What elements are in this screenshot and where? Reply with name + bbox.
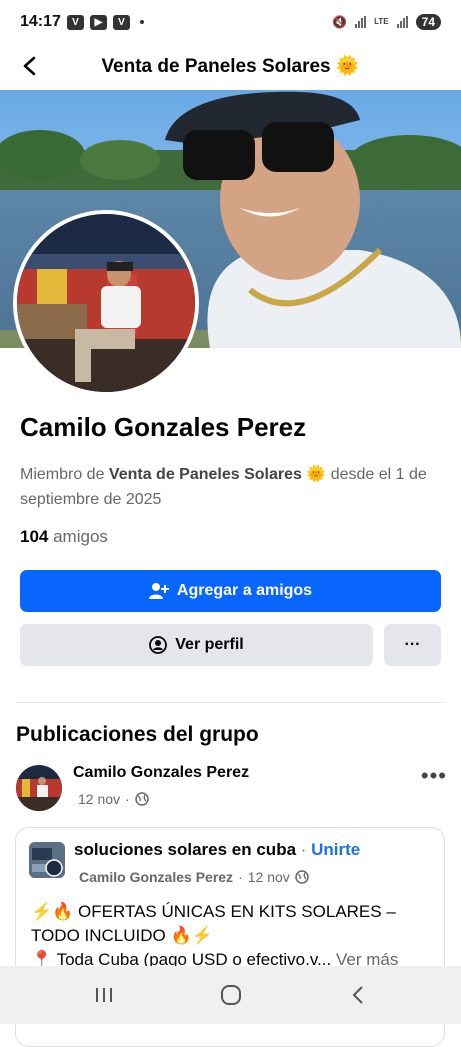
shared-meta-separator: · xyxy=(238,869,243,885)
profile-avatar[interactable] xyxy=(13,210,199,396)
post-options-button[interactable]: ••• xyxy=(421,763,447,789)
post-author-name[interactable]: Camilo Gonzales Perez xyxy=(73,764,249,782)
post-text-line: ⚡🔥 OFERTAS ÚNICAS EN KITS SOLARES – TODO… xyxy=(31,902,396,945)
post-meta: 12 nov · xyxy=(78,791,149,807)
profile-name: Camilo Gonzales Perez xyxy=(20,412,307,442)
membership-info: Miembro de Venta de Paneles Solares 🌞 de… xyxy=(20,462,445,512)
shared-author-name[interactable]: Camilo Gonzales Perez xyxy=(79,869,233,885)
friends-label: amigos xyxy=(48,527,108,546)
home-icon[interactable] xyxy=(220,984,242,1006)
signal-icon xyxy=(355,16,367,28)
add-friend-icon xyxy=(148,583,169,599)
add-friend-label: Agregar a amigos xyxy=(176,582,313,599)
view-profile-button[interactable]: Ver perfil xyxy=(20,624,373,666)
shared-post-date[interactable]: 12 nov xyxy=(248,869,290,885)
section-title: Publicaciones del grupo xyxy=(16,723,259,746)
shared-group-name[interactable]: soluciones solares en cuba xyxy=(74,840,296,859)
signal-icon-2 xyxy=(396,16,408,28)
post-date[interactable]: 12 nov xyxy=(78,791,120,807)
membership-group-link[interactable]: Venta de Paneles Solares 🌞 xyxy=(109,466,326,483)
shared-separator: · xyxy=(296,840,312,859)
globe-icon xyxy=(134,792,149,806)
add-friend-button[interactable]: Agregar a amigos xyxy=(20,570,441,612)
page-title: Venta de Paneles Solares 🌞 xyxy=(101,56,360,77)
shared-post-text: ⚡🔥 OFERTAS ÚNICAS EN KITS SOLARES – TODO… xyxy=(31,900,431,972)
more-notifications-icon xyxy=(139,20,144,24)
more-options-icon: ··· xyxy=(404,636,421,653)
notification-v-icon: V xyxy=(112,14,130,30)
system-navigation-bar xyxy=(0,966,461,1024)
back-nav-icon[interactable] xyxy=(347,984,369,1006)
membership-prefix: Miembro de xyxy=(20,466,109,483)
notification-v-icon: V xyxy=(66,14,84,30)
shared-group-line: soluciones solares en cuba · Unirte xyxy=(74,840,360,860)
header-bar: Venta de Paneles Solares 🌞 xyxy=(0,44,461,88)
mute-icon: 🔇 xyxy=(332,15,348,29)
shared-post-meta: Camilo Gonzales Perez · 12 nov xyxy=(79,869,309,885)
status-bar: 14:17 V ▶ V 🔇 LTE 74 xyxy=(0,0,461,44)
join-group-button[interactable]: Unirte xyxy=(311,840,360,859)
view-profile-label: Ver perfil xyxy=(175,636,244,653)
battery-indicator: 74 xyxy=(415,14,441,30)
recent-apps-icon[interactable] xyxy=(93,985,115,1005)
group-avatar[interactable] xyxy=(29,842,65,878)
section-divider xyxy=(16,702,445,703)
friends-count[interactable]: 104 amigos xyxy=(20,527,108,547)
network-type: LTE xyxy=(374,17,389,26)
meta-separator: · xyxy=(125,791,130,807)
status-time: 14:17 xyxy=(20,13,61,30)
post-author-avatar[interactable] xyxy=(16,765,62,811)
friends-number: 104 xyxy=(20,527,49,546)
user-circle-icon xyxy=(149,636,168,654)
more-options-button[interactable]: ··· xyxy=(384,624,441,666)
globe-icon xyxy=(295,870,309,884)
youtube-icon: ▶ xyxy=(89,14,107,30)
